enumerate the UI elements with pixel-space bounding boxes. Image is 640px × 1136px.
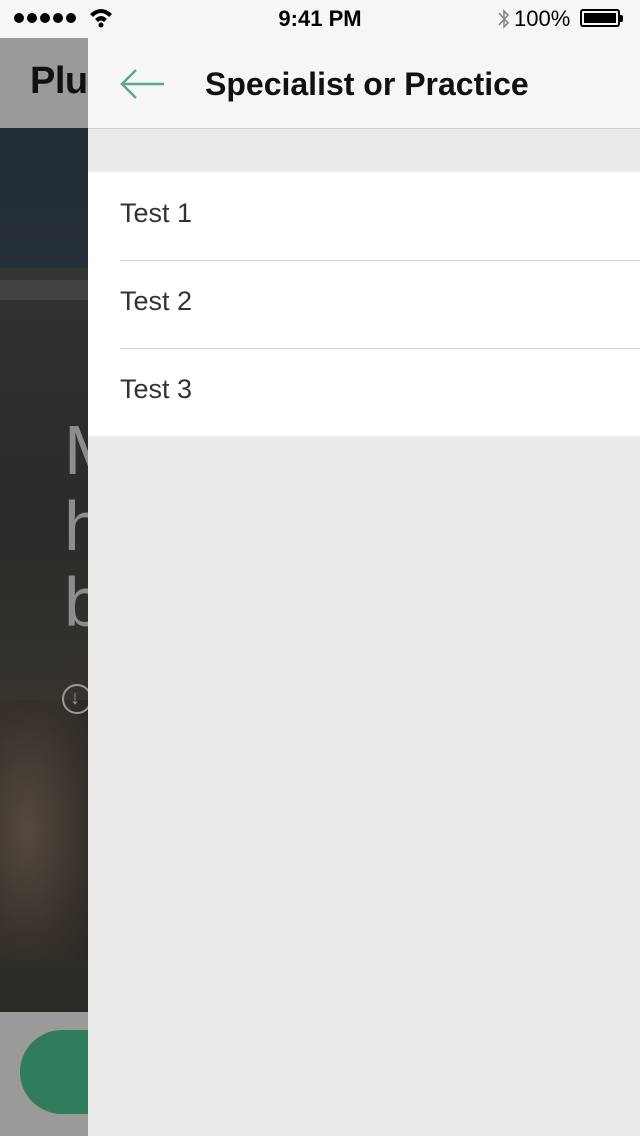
specialist-panel: Specialist or Practice Test 1 Test 2 Tes… [88,38,640,1136]
arrow-left-icon [120,69,164,99]
hero-photo-region [0,700,90,960]
hero-photo-region [0,128,90,268]
status-bar: 9:41 PM 100% [0,0,640,38]
battery-percentage: 100% [514,6,571,31]
bluetooth-icon [498,9,510,29]
battery-icon [580,9,623,27]
list-item-label: Test 3 [120,374,193,404]
background-title: Plu [30,60,88,102]
list-item-label: Test 1 [120,198,193,228]
page-title: Specialist or Practice [205,66,529,102]
list-item[interactable]: Test 1 [88,172,640,260]
panel-header: Specialist or Practice [88,38,640,129]
list-item[interactable]: Test 2 [88,260,640,348]
back-button[interactable] [118,64,168,104]
specialist-list: Test 1 Test 2 Test 3 [88,172,640,436]
list-item-label: Test 2 [120,286,193,316]
list-item[interactable]: Test 3 [88,348,640,436]
hero-photo-region [0,280,90,300]
